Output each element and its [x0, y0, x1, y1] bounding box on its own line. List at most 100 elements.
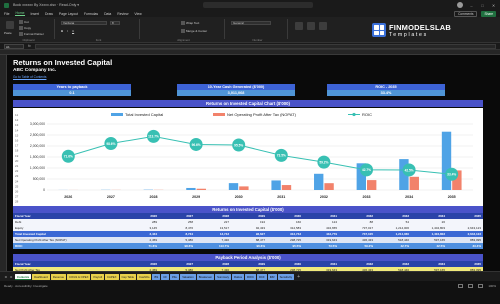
- minimize-icon[interactable]: –: [469, 3, 474, 8]
- x-tick-label: 2027: [107, 195, 115, 199]
- row-number: 14: [15, 128, 19, 132]
- tab-nav-left-icon[interactable]: ◂: [3, 274, 8, 279]
- roic-table-title: Returns on Invested Capital ($'000): [13, 206, 483, 213]
- sheet-tabs: ◂ ▸ Contents Dashboard Revenue COGS & OPEX P…: [0, 271, 500, 281]
- finmodelslab-logo: FINMODELSLAB Templates: [372, 21, 490, 39]
- copy-button[interactable]: Copy: [19, 26, 32, 31]
- tab-insert[interactable]: Insert: [31, 12, 39, 16]
- sheet-tab[interactable]: P&L: [169, 273, 180, 280]
- sheet-tab[interactable]: CF: [161, 273, 169, 280]
- table-cell[interactable]: 59.2%: [339, 243, 375, 249]
- maximize-icon[interactable]: □: [480, 3, 485, 8]
- tab-view[interactable]: View: [134, 12, 141, 16]
- sheet-tab[interactable]: Contents: [15, 273, 32, 280]
- sheet-tab[interactable]: Dashboard: [32, 273, 50, 280]
- bold-button[interactable]: B: [61, 29, 63, 33]
- y-tick-label: 1,000,000: [30, 166, 45, 170]
- cell-styles-icon[interactable]: [319, 22, 327, 30]
- roic-data-label: 98.6%: [106, 142, 115, 146]
- page-break-view-icon[interactable]: [478, 284, 484, 288]
- sheet-tab[interactable]: Cap Table: [119, 273, 137, 280]
- sheet-tab[interactable]: IRR: [267, 273, 277, 280]
- sheet-tab[interactable]: ROIC: [244, 273, 256, 280]
- sheet-tab[interactable]: DCF: [256, 273, 267, 280]
- window-title: Book xxxxxx By Xxxxx.xlsx · Read-Only ▾: [13, 3, 80, 7]
- tab-formulas[interactable]: Formulas: [84, 12, 98, 16]
- add-sheet-icon[interactable]: +: [297, 274, 300, 280]
- table-cell[interactable]: 95.5%: [267, 243, 303, 249]
- table-cell[interactable]: 42.7%: [375, 243, 411, 249]
- tab-draw[interactable]: Draw: [45, 12, 53, 16]
- fx-icon[interactable]: fx: [28, 44, 31, 48]
- bar-nopat: [409, 176, 419, 190]
- y-tick-label: 500,000: [33, 177, 45, 181]
- tab-nav-right-icon[interactable]: ▸: [9, 274, 14, 279]
- bar-nopat: [196, 188, 206, 190]
- legend-swatch-invested-capital: [111, 113, 123, 116]
- row-number: 12: [15, 118, 19, 122]
- close-icon[interactable]: ✕: [491, 3, 496, 8]
- formula-input[interactable]: [34, 43, 496, 49]
- sheet-tab[interactable]: Valuation: [180, 273, 196, 280]
- sheet-tab[interactable]: Revenue: [50, 273, 67, 280]
- comments-button[interactable]: Comments: [454, 10, 478, 17]
- table-cell[interactable]: 96.6%: [231, 243, 267, 249]
- name-box[interactable]: A1: [4, 43, 24, 49]
- roic-data-label: 96.6%: [192, 143, 201, 147]
- roic-line: [68, 135, 452, 175]
- copy-label: Copy: [24, 26, 32, 30]
- sheet-tab[interactable]: Ratios: [232, 273, 244, 280]
- roic-data-label: 42.5%: [405, 168, 414, 172]
- sheet-tab[interactable]: Summary: [215, 273, 232, 280]
- toc-link[interactable]: Go to Table of Contents: [13, 75, 46, 79]
- sheet-tab[interactable]: BS: [152, 273, 161, 280]
- cut-button[interactable]: Cut: [19, 20, 29, 25]
- tab-page-layout[interactable]: Page Layout: [59, 12, 78, 16]
- legend-label: Net Operating Profit After Tax (NOPAT): [227, 112, 297, 117]
- worksheet[interactable]: Returns on Invested Capital ABC Company …: [7, 55, 500, 271]
- page-layout-view-icon[interactable]: [468, 284, 474, 288]
- normal-view-icon[interactable]: [458, 284, 464, 288]
- wrap-text-button[interactable]: Wrap Text: [181, 21, 199, 26]
- row-number: 22: [15, 169, 19, 173]
- zoom-level[interactable]: 100%: [488, 284, 496, 288]
- merge-center-button[interactable]: Merge & Center: [181, 29, 207, 34]
- tab-file[interactable]: File: [4, 12, 9, 16]
- row-number: 25: [15, 184, 19, 188]
- number-format-select[interactable]: General: [231, 21, 271, 25]
- sheet-tab[interactable]: Payroll: [91, 273, 105, 280]
- paste-icon[interactable]: [6, 21, 14, 29]
- avatar[interactable]: [457, 2, 463, 8]
- alignment-group-label: Alignment: [177, 38, 190, 42]
- format-table-icon[interactable]: [307, 22, 315, 30]
- table-cell[interactable]: 42.5%: [411, 243, 447, 249]
- table-cell[interactable]: 73.5%: [303, 243, 339, 249]
- roic-chart[interactable]: 11 12 13 14 15 16 17 18 19 20 21 22 23 24 25 26 27 28 Tota…: [13, 108, 483, 206]
- italic-button[interactable]: I: [67, 29, 68, 33]
- underline-button[interactable]: U: [72, 29, 74, 33]
- format-painter-button[interactable]: Format Painter: [19, 32, 44, 37]
- tab-review[interactable]: Review: [117, 12, 128, 16]
- roic-data-label: 33.4%: [447, 173, 456, 177]
- table-cell[interactable]: 98.6%: [159, 243, 195, 249]
- chart-svg: 1112131415 16171819202122232425 262728 Tota…: [15, 112, 473, 204]
- share-button[interactable]: Share: [481, 10, 496, 17]
- roic-data-label: 42.7%: [362, 168, 371, 172]
- conditional-format-icon[interactable]: [295, 22, 303, 30]
- font-name-select[interactable]: Verdana: [61, 21, 107, 25]
- table-cell[interactable]: ROIC: [13, 243, 123, 249]
- sheet-tab[interactable]: COGS & OPEX: [67, 273, 91, 280]
- sheet-tab[interactable]: CashFlo: [137, 273, 152, 280]
- tab-home[interactable]: Home: [15, 11, 25, 16]
- sheet-tab[interactable]: CAPEX: [105, 273, 119, 280]
- table-cell[interactable]: 33.4%: [447, 243, 483, 249]
- tab-data[interactable]: Data: [104, 12, 111, 16]
- sheet-tab[interactable]: Sensitivity: [277, 273, 295, 280]
- search-input[interactable]: [203, 2, 314, 8]
- sheet-tab[interactable]: Breakeven: [196, 273, 215, 280]
- row-headers[interactable]: [0, 55, 7, 271]
- font-size-select[interactable]: 8: [110, 21, 120, 25]
- table-cell[interactable]: 113.7%: [195, 243, 231, 249]
- table-cell[interactable]: 71.6%: [123, 243, 159, 249]
- paste-button[interactable]: Paste: [4, 31, 12, 35]
